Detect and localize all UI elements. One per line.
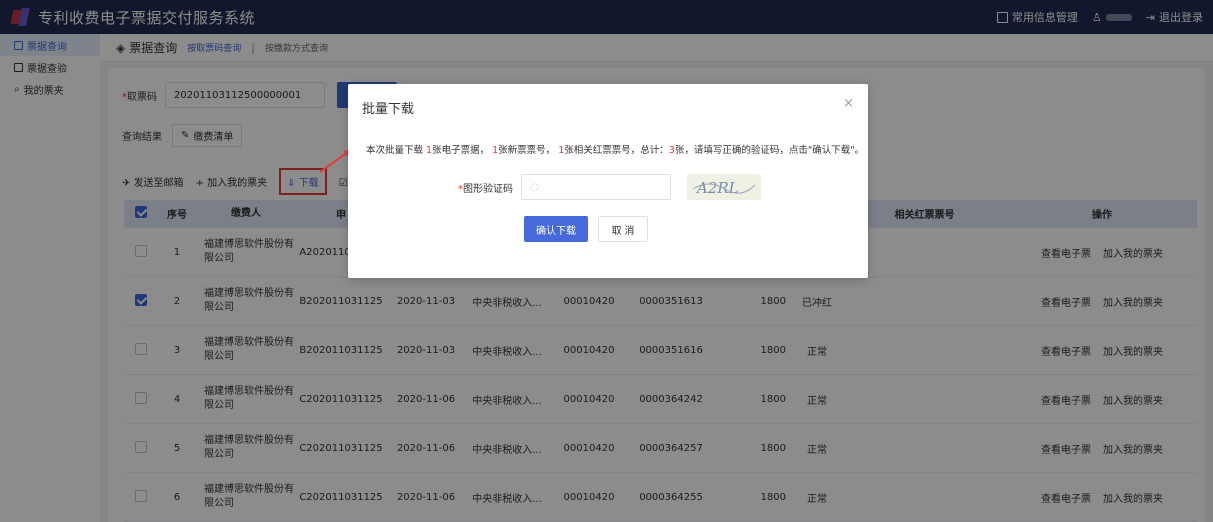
batch-download-dialog: 批量下载 × 本次批量下载 1张电子票据， 1张新票票号， 1张相关红票票号，总… <box>348 84 868 278</box>
captcha-input[interactable]: ◌ <box>521 174 671 200</box>
captcha-label: *图形验证码 <box>458 183 513 195</box>
captcha-image[interactable]: A2RL <box>687 174 761 200</box>
confirm-download-button[interactable]: 确认下载 <box>524 216 588 242</box>
close-icon[interactable]: × <box>843 96 854 111</box>
cancel-button[interactable]: 取 消 <box>598 216 648 242</box>
shield-icon: ◌ <box>530 181 539 193</box>
dialog-buttons: 确认下载 取 消 <box>524 216 648 242</box>
captcha-graphic: A2RL <box>692 179 756 197</box>
dialog-title: 批量下载 <box>362 102 415 117</box>
captcha-row: *图形验证码 ◌ A2RL <box>458 174 761 200</box>
svg-text:A2RL: A2RL <box>695 179 739 197</box>
dialog-message: 本次批量下载 1张电子票据， 1张新票票号， 1张相关红票票号，总计：3张，请填… <box>366 145 865 156</box>
